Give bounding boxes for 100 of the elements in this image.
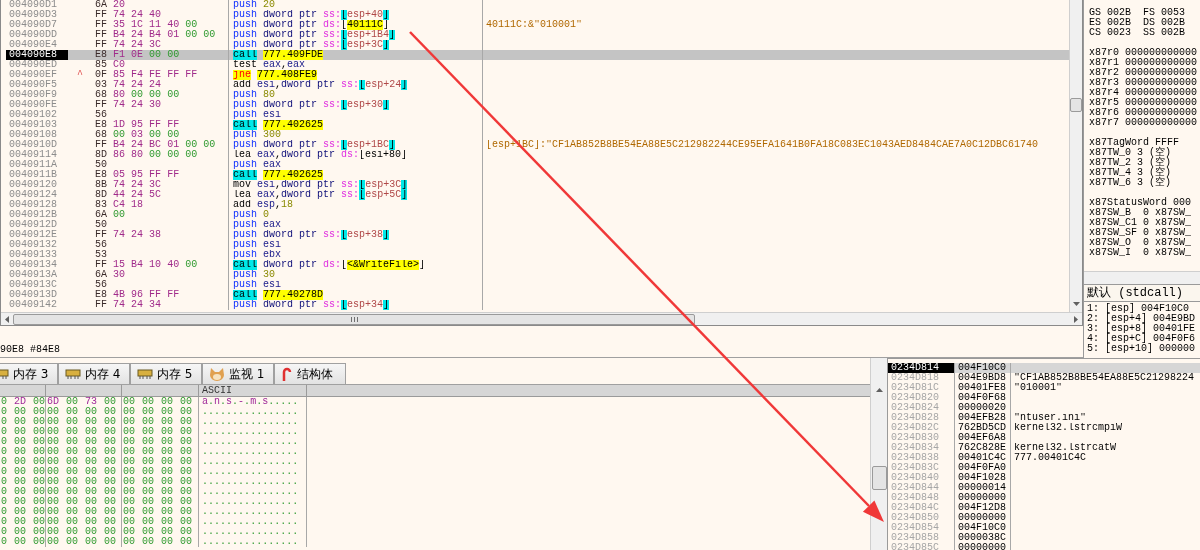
address-cell-text: 00409142 [8, 300, 58, 310]
address-cell-text: 004090F9 [8, 90, 58, 100]
register-text: x87StatusWord 000 [1089, 198, 1192, 208]
address-cell-text: 0234D858 [890, 533, 940, 543]
value-cell: 00000000 [954, 513, 1010, 523]
register-text: x87SW_O [1089, 238, 1132, 248]
bytes-cell-text: FF 74 24 30 [94, 100, 163, 110]
register-text: x87TagWord FFFF [1089, 138, 1179, 148]
bytes-cell-text: 50 [94, 220, 108, 230]
register-text: GS 002B [1089, 8, 1132, 18]
horizontal-scrollbar[interactable] [1084, 271, 1200, 284]
bytes-cell-text: FF B4 24 B4 01 00 00 [94, 30, 217, 40]
bytes-cell-text: 03 74 24 24 [94, 80, 163, 90]
hex-cell: 0 00 00 [0, 517, 46, 527]
register-text: 0 [1143, 218, 1150, 228]
hex-cell: 00 00 00 00 [122, 477, 199, 487]
register-text: x87r0 000000000000 [1089, 48, 1198, 58]
vertical-scrollbar[interactable] [870, 358, 888, 550]
bytes-cell-text: 68 80 00 00 00 [94, 90, 181, 100]
tab[interactable]: 内存 5 [130, 363, 202, 384]
instruction-cell: call 777.409FDE [228, 50, 482, 60]
instruction-cell: call 777.402625 [228, 170, 482, 180]
hex-cell: 0 00 00 [0, 477, 46, 487]
hex-cell: 00 00 00 00 [122, 487, 199, 497]
address-cell-text: 004090DD [8, 30, 58, 40]
address-cell-text: 0234D838 [890, 453, 940, 463]
scroll-thumb[interactable] [1070, 98, 1082, 112]
status-text: 90E8 #84E8 [0, 345, 60, 355]
hex-cell: 0 2D 00 [0, 397, 46, 407]
hex-cell: 00 00 00 00 [122, 417, 199, 427]
address-cell-text: 00409134 [8, 260, 58, 270]
value-cell: 004F0F68 [954, 393, 1010, 403]
ascii-cell: ................ [199, 507, 307, 517]
address-cell-text: 004090D3 [8, 10, 58, 20]
hex-cell: 00 00 00 00 [46, 487, 122, 497]
vertical-scrollbar[interactable] [1069, 0, 1082, 312]
ascii-cell: ................ [199, 467, 307, 477]
hex-cell: 00 00 00 00 [122, 517, 199, 527]
bytes-cell-text: 50 [94, 160, 108, 170]
address-cell-text: 004090D7 [8, 20, 58, 30]
candy-cane-icon [281, 366, 293, 382]
hex-cell: 00 00 00 00 [46, 457, 122, 467]
register-text: x87SW_I [1089, 248, 1132, 258]
hex-cell: 00 00 00 00 [122, 437, 199, 447]
scroll-left-icon[interactable] [5, 315, 9, 323]
instruction-cell: push dword ptr ss:[esp+1BC] [228, 140, 482, 150]
value-cell: 00000000 [954, 543, 1010, 550]
calling-convention-label[interactable]: 默认 (stdcall) [1084, 285, 1200, 302]
hex-cell: 0 00 00 [0, 487, 46, 497]
tab[interactable]: 内存 4 [58, 363, 130, 384]
bytes-cell-text: FF 74 24 38 [94, 230, 163, 240]
comment-text: kernel32.lstrcatW [1014, 443, 1117, 453]
comment-text: 40111C:&"010001" [486, 20, 582, 30]
tab[interactable]: 结构体 [274, 363, 346, 384]
hex-cell: 00 00 00 00 [46, 527, 122, 537]
address-cell-text: 0234D854 [890, 523, 940, 533]
value-cell: 00401C4C [954, 453, 1010, 463]
argument-row-text: 2: [esp+4] 004E9BD [1087, 314, 1197, 324]
address-cell-text: 004090D1 [8, 0, 58, 10]
column-header[interactable]: ASCII [202, 385, 232, 396]
bytes-cell-text: FF B4 24 BC 01 00 00 [94, 140, 217, 150]
address-cell-text: 0234D83C [890, 463, 940, 473]
hex-cell: 00 00 00 00 [46, 467, 122, 477]
address-cell-text: 004090E4 [8, 40, 58, 50]
address-cell-text: 0234D840 [890, 473, 940, 483]
hex-cell: 00 00 00 00 [122, 427, 199, 437]
bytes-cell-text: 83 C4 18 [94, 200, 145, 210]
value-cell: 004F10C0 [954, 523, 1010, 533]
instruction-cell: push esi [228, 240, 482, 250]
scroll-right-icon[interactable] [1074, 315, 1078, 323]
register-text: x87r6 000000000000 [1089, 108, 1198, 118]
register-text: 0 [1143, 238, 1149, 248]
register-text: x87SW_ [1155, 218, 1192, 228]
instruction-cell: push dword ptr ss:[esp+38] [228, 230, 482, 240]
hex-cell: 6D 00 73 00 [46, 397, 122, 407]
instruction-cell: push dword ptr ss:[esp+30] [228, 100, 482, 110]
bytes-cell-text: 8B 74 24 3C [94, 180, 163, 190]
value-cell: 004F10C0 [954, 363, 1010, 373]
tab[interactable]: 内存 3 [0, 363, 58, 384]
ascii-cell: ................ [199, 497, 307, 507]
grip-icon [350, 316, 358, 322]
horizontal-scrollbar[interactable] [1, 312, 1082, 325]
register-text: 0 [1143, 228, 1150, 238]
scroll-thumb[interactable] [13, 313, 695, 325]
scroll-down-icon[interactable] [1072, 302, 1080, 306]
register-text: x87SW_SF [1089, 228, 1137, 238]
scroll-thumb[interactable] [871, 466, 887, 490]
ascii-cell: ................ [199, 407, 307, 417]
bytes-cell-text: E8 1D 95 FF FF [94, 120, 181, 130]
address-cell-text: 0234D844 [890, 483, 940, 493]
hex-cell: 00 00 00 00 [46, 427, 122, 437]
address-cell-text: 0040910D [8, 140, 58, 150]
instruction-cell: add esi,dword ptr ss:[esp+24] [228, 80, 482, 90]
hex-cell: 00 00 00 00 [46, 507, 122, 517]
comment-text: "010001" [1014, 383, 1062, 393]
tab[interactable]: 监视 1 [202, 363, 274, 384]
address-cell-text: 0040913D [8, 290, 58, 300]
scroll-up-icon[interactable] [875, 388, 883, 392]
ascii-cell: ................ [199, 477, 307, 487]
instruction-cell: add esp,18 [228, 200, 482, 210]
